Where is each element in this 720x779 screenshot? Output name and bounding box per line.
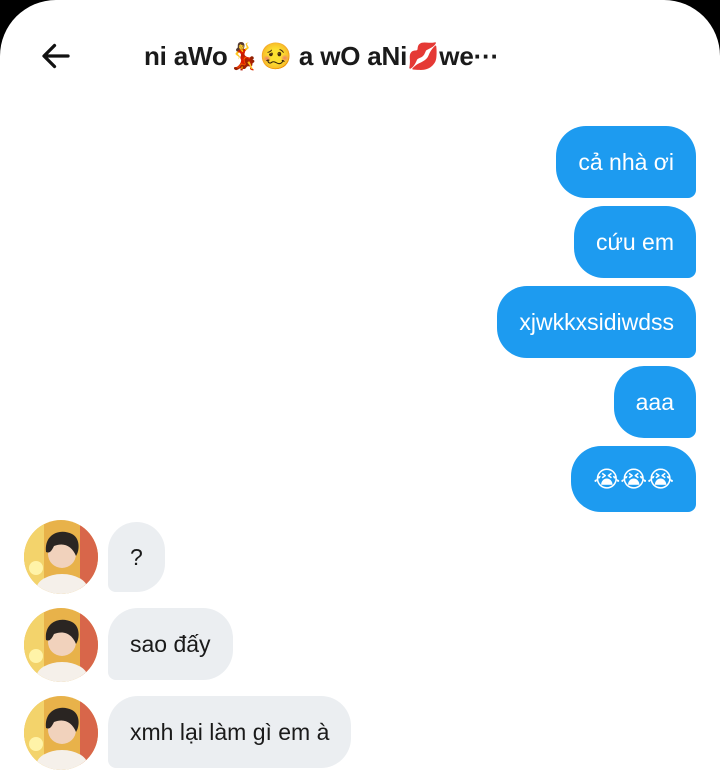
profile-photo	[24, 520, 98, 594]
arrow-left-icon	[42, 43, 70, 69]
avatar[interactable]	[24, 696, 98, 770]
chat-screen: ni aWo💃🥴 a wO aNi💋we··· cả nhà ơi cứu em…	[0, 0, 720, 779]
message-bubble-incoming[interactable]: ?	[108, 522, 165, 592]
message-bubble-outgoing[interactable]: aaa	[613, 366, 696, 438]
message-bubble-incoming[interactable]: sao đấy	[108, 608, 233, 680]
message-bubble-outgoing[interactable]: cứu em	[573, 206, 696, 278]
profile-photo	[24, 608, 98, 682]
chat-header: ni aWo💃🥴 a wO aNi💋we···	[0, 0, 720, 106]
back-button[interactable]	[30, 30, 82, 82]
avatar[interactable]	[24, 520, 98, 594]
message-bubble-outgoing[interactable]: cả nhà ơi	[556, 126, 696, 198]
conversation-title[interactable]: ni aWo💃🥴 a wO aNi💋we···	[144, 36, 504, 76]
message-bubble-incoming[interactable]: xmh lại làm gì em à	[108, 696, 352, 768]
message-bubble-outgoing[interactable]: xjwkkxsidiwdss	[497, 286, 696, 358]
avatar[interactable]	[24, 608, 98, 682]
message-thread[interactable]: cả nhà ơi cứu em xjwkkxsidiwdss aaa 😭😭😭 …	[0, 106, 720, 779]
message-bubble-outgoing[interactable]: 😭😭😭	[571, 446, 696, 512]
profile-photo	[24, 696, 98, 770]
